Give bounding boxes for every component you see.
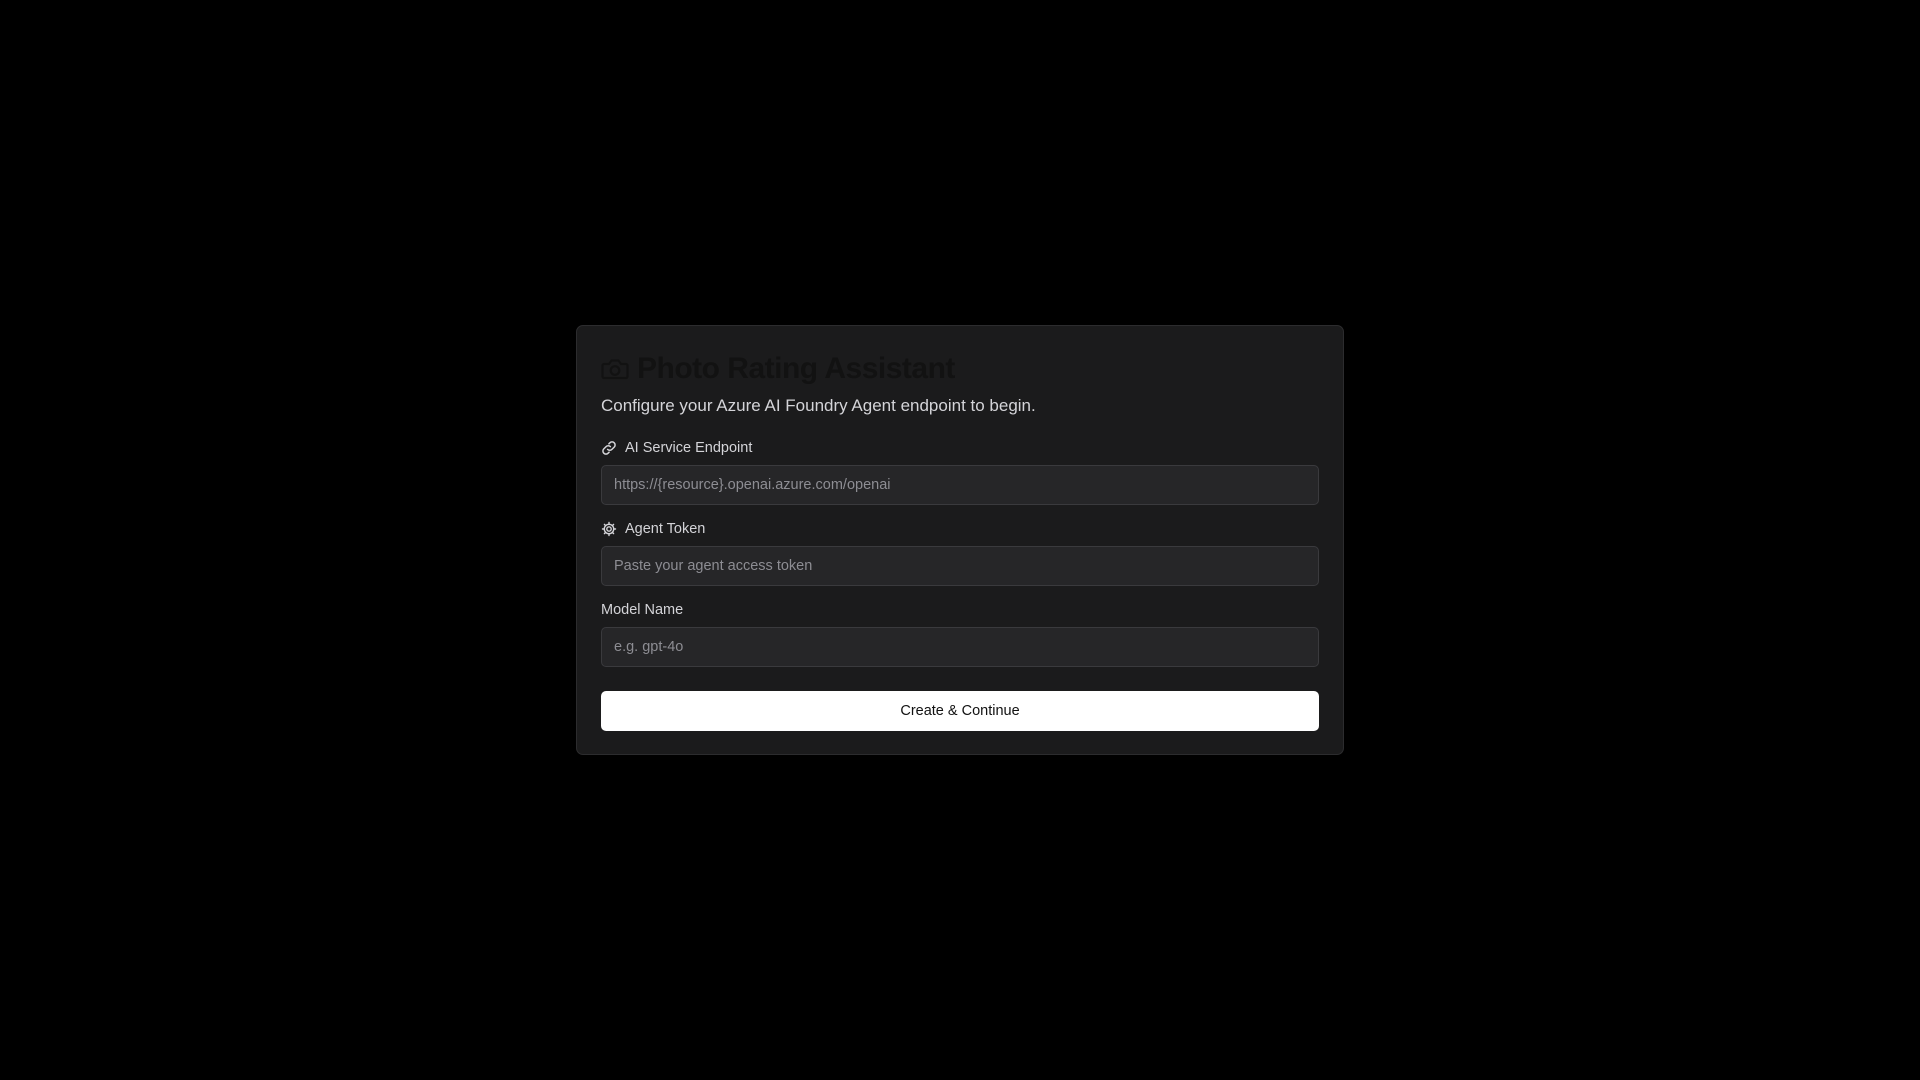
endpoint-field-group: AI Service Endpoint [601, 438, 1319, 505]
camera-icon [601, 355, 629, 383]
token-input[interactable] [601, 546, 1319, 586]
token-field-group: Agent Token [601, 519, 1319, 586]
model-label-row: Model Name [601, 600, 1319, 620]
endpoint-label-row: AI Service Endpoint [601, 438, 1319, 458]
model-field-group: Model Name [601, 600, 1319, 667]
subtitle: Configure your Azure AI Foundry Agent en… [601, 396, 1036, 415]
endpoint-input[interactable] [601, 465, 1319, 505]
model-input[interactable] [601, 627, 1319, 667]
title-row: Photo Rating Assistant [601, 350, 1319, 388]
gear-icon [601, 521, 617, 537]
token-label-row: Agent Token [601, 519, 1319, 539]
setup-card: Photo Rating Assistant Configure your Az… [576, 325, 1344, 755]
page-title: Photo Rating Assistant [637, 352, 955, 385]
create-continue-button[interactable]: Create & Continue [601, 691, 1319, 731]
model-label: Model Name [601, 602, 684, 618]
token-label: Agent Token [625, 521, 706, 537]
link-icon [601, 440, 617, 456]
endpoint-label: AI Service Endpoint [625, 440, 753, 456]
